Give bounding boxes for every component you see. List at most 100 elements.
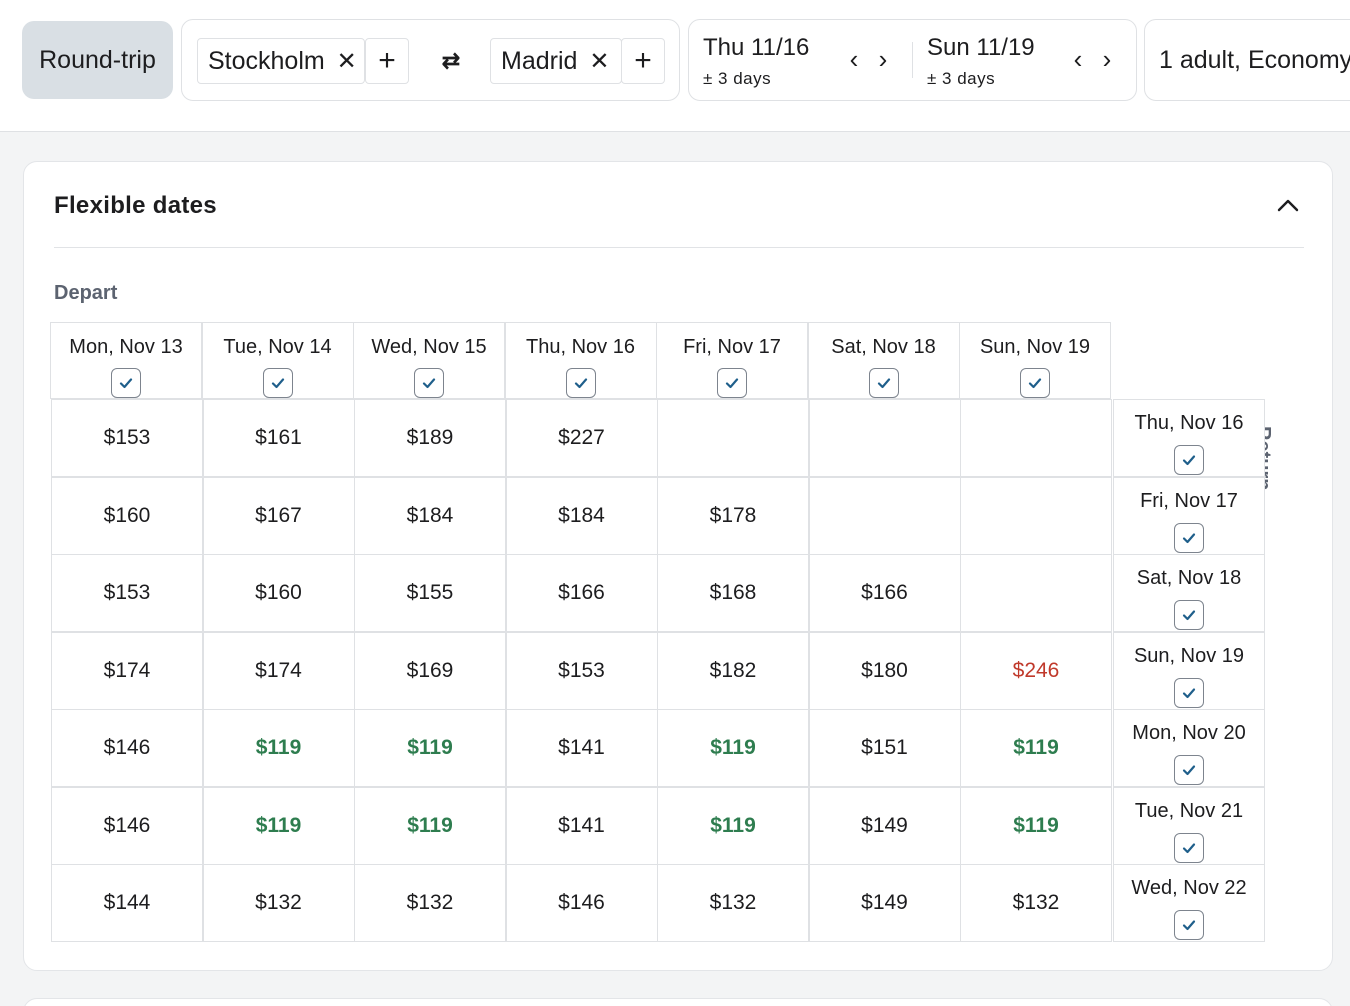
check-icon [1182,765,1196,776]
price-cell[interactable]: $119 [657,786,809,865]
return-date-header: Tue, Nov 21 [1113,786,1265,865]
return-next-icon[interactable]: › [1097,44,1117,75]
return-date-header: Wed, Nov 22 [1113,864,1265,942]
checkbox[interactable] [1174,755,1204,785]
checkbox[interactable] [262,368,293,398]
return-date-label: Tue, Nov 21 [1134,799,1244,822]
depart-date-header: Sun, Nov 19 [959,322,1111,399]
checkbox[interactable] [1174,677,1204,708]
depart-date-label: Sun, Nov 19 [979,336,1091,358]
checkbox[interactable] [111,368,141,398]
checkbox[interactable] [717,368,747,398]
price-cell[interactable]: $146 [505,864,658,942]
checkbox[interactable] [1174,600,1204,630]
price-cell[interactable]: $153 [51,554,203,632]
depart-date-header: Fri, Nov 17 [656,322,808,399]
check-icon [1028,378,1042,389]
check-icon [877,378,890,389]
price-cell[interactable]: $119 [657,709,809,787]
checkbox[interactable] [1174,445,1204,475]
price-cell[interactable]: $246 [960,631,1112,710]
price-cell[interactable]: $119 [202,786,355,865]
price-cell[interactable]: $184 [354,476,506,555]
depart-date-header: Sat, Nov 18 [807,322,960,399]
price-cell[interactable]: $119 [960,709,1112,787]
depart-next-icon[interactable]: › [873,44,893,75]
checkbox[interactable] [1174,910,1204,940]
chevron-up-icon[interactable] [1274,192,1302,220]
price-cell[interactable]: $167 [202,476,355,555]
price-cell[interactable]: $132 [960,864,1112,942]
return-prev-icon[interactable]: ‹ [1068,44,1088,75]
price-cell[interactable]: $149 [808,864,961,942]
depart-date-header: Mon, Nov 13 [50,322,202,399]
remove-origin-icon[interactable]: ✕ [335,47,359,76]
price-cell[interactable]: $144 [51,864,203,942]
price-cell[interactable]: $153 [51,399,203,477]
checkbox[interactable] [868,368,899,398]
price-cell[interactable]: $146 [51,786,203,865]
return-date-picker[interactable]: Sun 11/19 ± 3 days ‹ › [913,20,1137,100]
trip-type-selector[interactable]: Round-trip [22,21,173,99]
destination-chip[interactable]: Madrid ✕ [490,38,622,84]
swap-route-icon[interactable]: ⇄ [436,46,466,76]
price-cell[interactable]: $146 [51,709,203,787]
price-cell[interactable]: $178 [657,476,809,555]
return-date-header: Thu, Nov 16 [1113,399,1265,477]
remove-destination-icon[interactable]: ✕ [587,47,611,76]
return-date: Sun 11/19 [927,34,1035,61]
origin-chip[interactable]: Stockholm ✕ [197,38,365,84]
price-cell[interactable]: $166 [808,554,961,632]
check-icon [574,378,587,389]
price-cell[interactable]: $132 [354,864,506,942]
depart-date-label: Thu, Nov 16 [526,336,635,358]
price-cell[interactable]: $141 [505,786,658,865]
price-cell[interactable]: $160 [51,476,203,555]
price-cell[interactable]: $132 [657,864,809,942]
empty-price-cell [960,399,1112,477]
price-cell[interactable]: $141 [505,709,658,787]
price-cell[interactable]: $189 [354,399,506,477]
price-cell[interactable]: $174 [51,631,203,710]
price-cell[interactable]: $184 [505,476,658,555]
route-field: Stockholm ✕ + ⇄ Madrid ✕ + [181,19,680,101]
add-origin-button[interactable]: + [365,38,409,84]
price-cell[interactable]: $132 [202,864,355,942]
price-cell[interactable]: $119 [354,786,506,865]
price-cell[interactable]: $168 [657,554,809,632]
price-cell[interactable]: $149 [808,786,961,865]
depart-date-label: Wed, Nov 15 [371,336,487,358]
depart-date-picker[interactable]: Thu 11/16 ± 3 days ‹ › [689,20,912,100]
check-icon [1182,687,1196,698]
price-cell[interactable]: $119 [354,709,506,787]
price-cell[interactable]: $182 [657,631,809,710]
checkbox[interactable] [1174,522,1204,553]
price-cell[interactable]: $119 [960,786,1112,865]
depart-date-label: Sat, Nov 18 [831,336,936,358]
next-panel [23,998,1333,1006]
add-destination-button[interactable]: + [621,38,665,84]
check-icon [725,378,739,389]
checkbox[interactable] [1020,368,1050,398]
price-cell[interactable]: $227 [505,399,658,477]
price-cell[interactable]: $119 [202,709,355,787]
price-cell[interactable]: $151 [808,709,961,787]
price-cell[interactable]: $161 [202,399,355,477]
price-cell[interactable]: $174 [202,631,355,710]
depart-date-label: Fri, Nov 17 [683,336,781,358]
price-cell[interactable]: $160 [202,554,355,632]
checkbox[interactable] [1174,832,1204,863]
checkbox[interactable] [414,368,444,398]
check-icon [1182,610,1196,621]
price-cell[interactable]: $169 [354,631,506,710]
check-icon [422,378,436,389]
return-date-label: Wed, Nov 22 [1131,877,1247,899]
price-cell[interactable]: $155 [354,554,506,632]
checkbox[interactable] [565,368,596,398]
price-cell[interactable]: $153 [505,631,658,710]
price-cell[interactable]: $166 [505,554,658,632]
price-cell[interactable]: $180 [808,631,961,710]
depart-prev-icon[interactable]: ‹ [844,44,864,75]
return-date-header: Sat, Nov 18 [1113,554,1265,632]
passenger-selector[interactable]: 1 adult, Economy [1144,19,1350,101]
